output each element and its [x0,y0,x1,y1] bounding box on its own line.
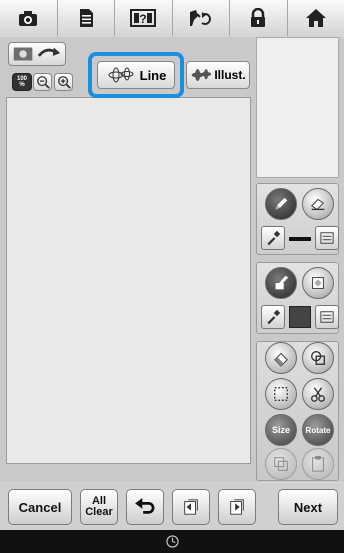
rotate-button[interactable]: Rotate [302,414,334,446]
line-eraser-button[interactable] [302,188,334,220]
illust-mode-button[interactable]: Illust. [186,61,250,89]
line-button-highlight [88,52,184,98]
line-type-icon [320,232,334,244]
eyedropper-icon [267,309,281,325]
fill-stitch-button[interactable] [315,305,339,329]
page-forward-icon [230,499,244,515]
eraser-button[interactable] [265,342,297,374]
main-area: 100 % Line Illust. Size Rotate [0,37,344,482]
home-button[interactable] [287,0,344,36]
cancel-button[interactable]: Cancel [8,489,72,525]
zoom-level-label: 100 % [16,76,27,88]
line-color-swatch [289,237,311,241]
clock-icon [165,535,179,548]
zoom-level-indicator: 100 % [12,73,32,91]
next-button[interactable]: Next [278,489,338,525]
document-button[interactable] [57,0,115,36]
region-eraser-icon [312,277,324,289]
cancel-label: Cancel [18,499,62,515]
scissors-icon [311,387,325,402]
next-label: Next [293,499,323,515]
all-clear-label: All Clear [85,495,113,518]
line-color-picker-button[interactable] [261,226,285,250]
shape-button[interactable] [302,342,334,374]
zoom-out-button[interactable] [33,73,52,91]
question-icon: ? [130,9,157,27]
preview-area [256,37,339,178]
drawing-canvas[interactable] [6,97,251,464]
select-button[interactable] [265,378,297,410]
help-button[interactable]: ? [115,0,173,36]
status-bar [0,530,344,553]
illust-mode-label: Illust. [214,68,246,82]
size-label: Size [271,425,290,435]
region-color-picker-button[interactable] [261,305,285,329]
edit-tool-group: Size Rotate [256,341,339,481]
brush-icon [275,275,289,290]
cut-button[interactable] [302,378,334,410]
pencil-icon [275,197,288,210]
paste-icon [312,455,324,472]
scanner-button[interactable] [172,0,230,36]
next-page-button[interactable] [218,489,256,525]
line-draw-button[interactable] [265,188,297,220]
paste-button[interactable] [302,448,334,480]
undo-button[interactable] [126,489,164,525]
camera-button[interactable] [0,0,58,36]
eyedropper-icon [267,230,281,246]
image-display-button[interactable] [8,42,66,66]
zoom-out-icon [36,76,50,89]
region-eraser-button[interactable] [302,267,334,299]
fill-brush-button[interactable] [265,267,297,299]
camera-icon [19,11,38,26]
rotate-label: Rotate [305,425,331,435]
shapes-icon [311,351,325,365]
duplicate-icon [274,457,288,471]
flower-arrow-icon [13,47,61,61]
zoom-in-icon [57,76,71,89]
page-back-icon [184,499,198,515]
line-eraser-icon [310,198,325,211]
region-color-swatch [289,306,311,328]
lock-button[interactable] [230,0,288,36]
eraser-icon [274,352,288,367]
home-icon [305,9,326,27]
previous-page-button[interactable] [172,489,210,525]
line-tool-group [256,183,339,255]
undo-icon [135,498,155,514]
fill-stitch-icon [320,311,334,323]
lock-icon [251,8,266,27]
document-icon [79,9,93,27]
flower-illust-icon [192,69,212,81]
bottom-bar: Cancel All Clear Next [0,483,344,530]
zoom-in-button[interactable] [54,73,73,91]
select-area-icon [274,387,288,401]
size-button[interactable]: Size [265,414,297,446]
region-tool-group [256,262,339,334]
line-type-button[interactable] [315,226,339,250]
duplicate-button[interactable] [265,448,297,480]
scanner-icon [189,10,211,26]
all-clear-button[interactable]: All Clear [80,489,118,525]
top-toolbar: ? [0,0,344,36]
question-glyph: ? [140,12,147,26]
